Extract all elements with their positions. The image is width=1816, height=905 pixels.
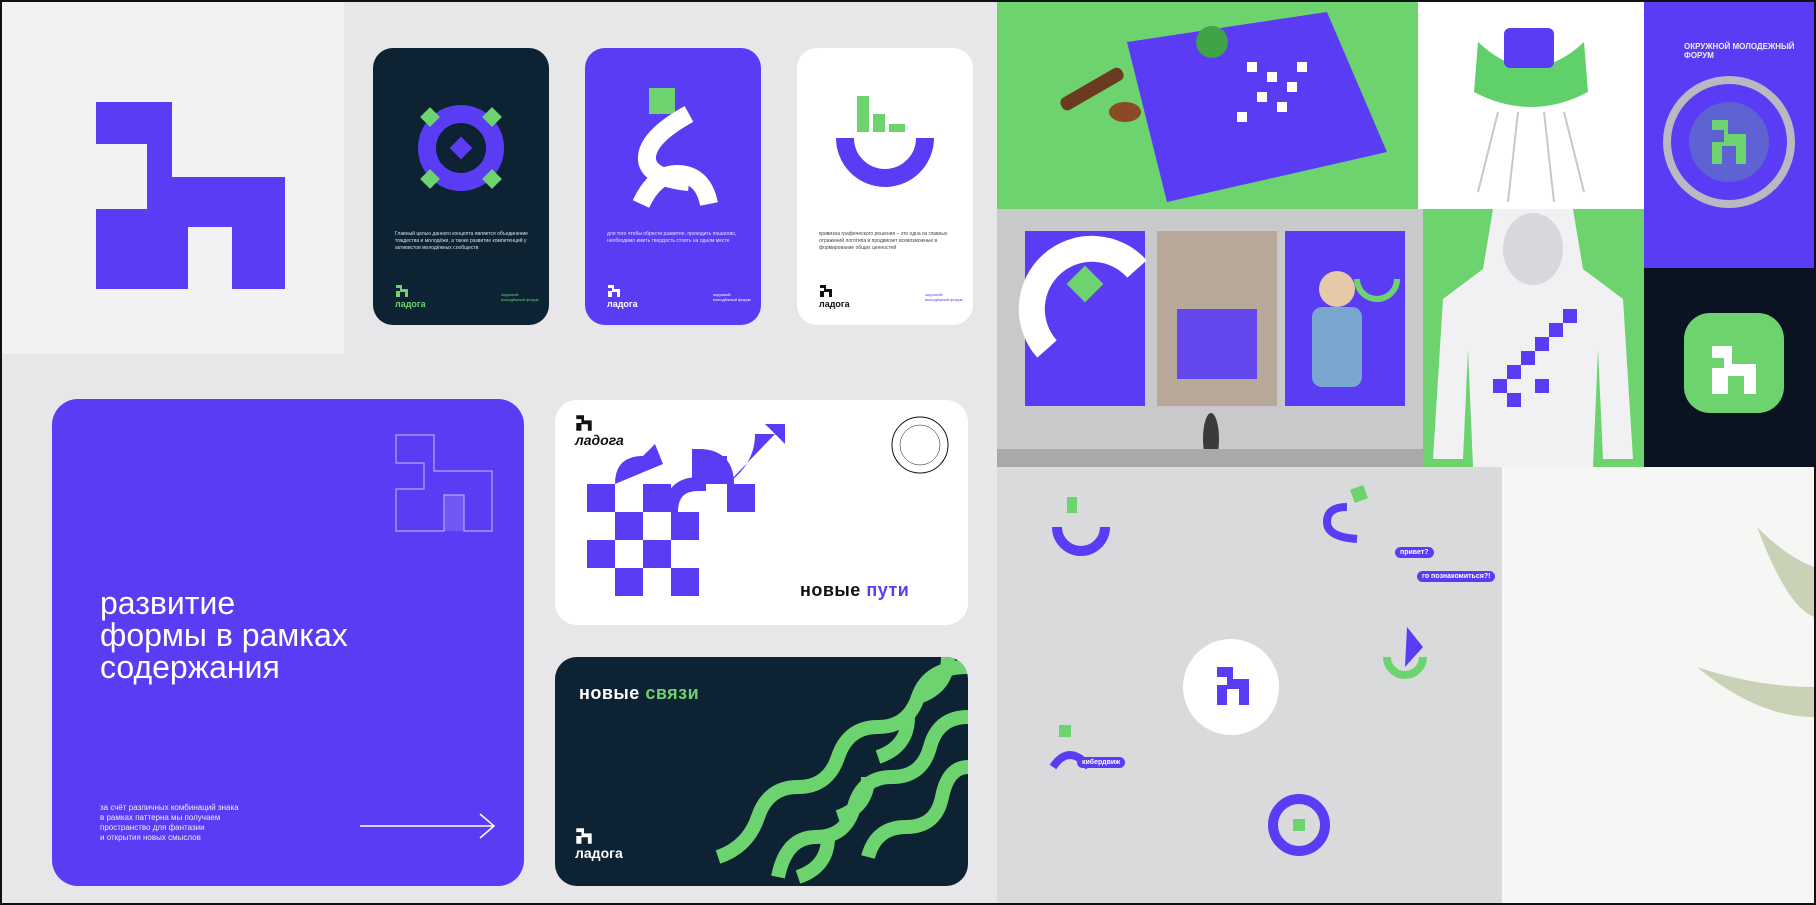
new-links-slogan: новые связи	[579, 683, 699, 704]
hoodie-icon	[1433, 209, 1633, 467]
laptop-stickers-mockup: привет? го познакомиться?! кибердвиж	[997, 467, 1814, 903]
card-tag: окружной молодёжный форум	[501, 292, 539, 302]
mini-logo-icon	[576, 828, 592, 844]
target-symbol-icon	[418, 105, 504, 191]
feature-card: развитие формы в рамках содержания за сч…	[52, 399, 524, 886]
brand-name: ладога	[819, 299, 850, 309]
hoodie-mockup	[1423, 209, 1644, 467]
envelope-mockup	[997, 2, 1418, 209]
arrow-right-icon	[360, 813, 496, 839]
slogan-word-1: новые	[800, 580, 861, 600]
posters-mockup	[997, 209, 1423, 467]
app-icon-mockup	[1644, 268, 1814, 467]
feature-headline: развитие формы в рамках содержания	[100, 585, 348, 685]
card-brand: ладога	[819, 284, 850, 309]
card-brand: ладога	[575, 827, 623, 861]
posters-icon	[997, 231, 1423, 467]
card-brand: ладога	[607, 284, 638, 309]
card-copy: Главный целью данного концепта является …	[395, 231, 528, 251]
forum-badge-icon	[891, 416, 949, 474]
step-figure-icon	[632, 88, 718, 209]
slogan-word-1: новые	[579, 683, 640, 703]
arrow-pattern-icon	[587, 424, 785, 596]
forum-badge-text: ОКРУЖНОЙ МОЛОДЕЖНЫЙ ФОРУМ	[1684, 42, 1795, 60]
moodboard-frame: Главный целью данного концепта является …	[0, 0, 1816, 905]
poster-card-violet: для того чтобы обрести развитие, проходи…	[585, 48, 761, 325]
feature-footnote: за счёт различных комбинаций знака в рам…	[100, 803, 239, 842]
poster-card-white: кривизна графического решения – это одна…	[797, 48, 973, 325]
brand-name: ладога	[575, 845, 623, 861]
mini-logo-icon	[820, 285, 832, 297]
sticker-hello: привет?	[1395, 547, 1434, 558]
app-icon	[1684, 313, 1784, 413]
sticker-cyber: кибердвиж	[1077, 757, 1126, 768]
laptop-icon	[997, 467, 1814, 903]
poster-card-dark: Главный целью данного концепта является …	[373, 48, 549, 325]
card-tag: окружной молодёжный форум	[925, 292, 963, 302]
smile-bars-icon	[836, 96, 934, 187]
links-pattern-icon	[715, 657, 968, 884]
card-tag: окружной молодёжный форум	[713, 292, 751, 302]
mini-logo-icon	[608, 285, 620, 297]
new-links-card: новые связи ладога	[555, 657, 968, 886]
card-brand: ладога	[395, 284, 426, 309]
identity-board: Главный целью данного концепта является …	[2, 2, 997, 903]
new-paths-card: ладога новые пути	[555, 400, 968, 625]
chair-icon	[1474, 28, 1588, 203]
card-copy: кривизна графического решения – это одна…	[819, 231, 948, 251]
slogan-word-2: связи	[645, 683, 700, 703]
new-paths-slogan: новые пути	[800, 580, 909, 601]
mini-logo-icon	[396, 285, 408, 297]
brand-name: ладога	[395, 299, 426, 309]
slogan-word-2: пути	[866, 580, 910, 600]
ladoga-logo-icon	[96, 102, 285, 289]
card-copy: для того чтобы обрести развитие, проходи…	[607, 231, 737, 244]
mockups-board: ОКРУЖНОЙ МОЛОДЕЖНЫЙ ФОРУМ привет? го поз…	[997, 2, 1814, 903]
logo-tile	[2, 2, 344, 354]
envelope-icon	[1060, 12, 1387, 202]
brand-name: ладога	[607, 299, 638, 309]
outline-logo-icon	[395, 434, 493, 532]
chair-mockup	[1418, 2, 1644, 209]
pin-badge-mockup: ОКРУЖНОЙ МОЛОДЕЖНЫЙ ФОРУМ	[1644, 2, 1814, 268]
sticker-meet: го познакомиться?!	[1417, 571, 1496, 582]
